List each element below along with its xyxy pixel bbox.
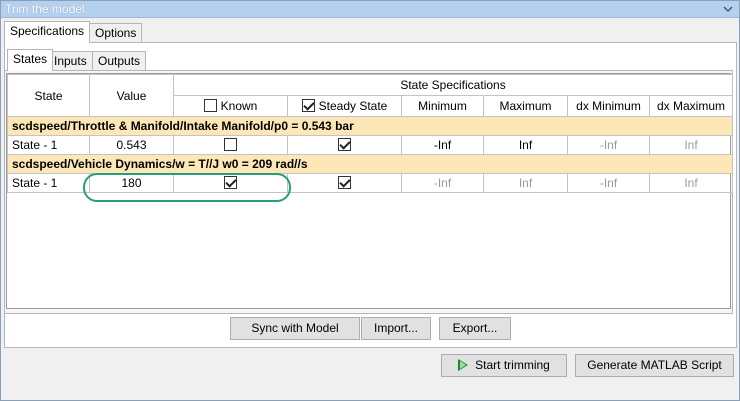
- dx-maximum-cell[interactable]: Inf: [648, 173, 734, 193]
- state-group-header: scdspeed/Vehicle Dynamics/w = T//J w0 = …: [6, 154, 734, 174]
- known-cell: [173, 173, 288, 193]
- column-group-state-specifications: State Specifications: [172, 74, 734, 96]
- title-bar: Trim the model: [1, 1, 739, 18]
- start-trimming-label: Start trimming: [475, 358, 550, 372]
- column-header-minimum: Minimum: [401, 95, 484, 117]
- column-header-known: Known: [173, 95, 288, 117]
- steady-state-checkbox[interactable]: [338, 176, 351, 189]
- steady-state-checkbox[interactable]: [338, 138, 351, 151]
- tab-inputs[interactable]: Inputs: [48, 51, 93, 71]
- column-header-dx-minimum: dx Minimum: [567, 95, 650, 117]
- steady-state-label: Steady State: [318, 99, 388, 113]
- known-cell: [173, 135, 288, 155]
- maximum-cell[interactable]: Inf: [483, 135, 568, 155]
- steady-state-cell: [287, 135, 402, 155]
- tab-options[interactable]: Options: [89, 23, 143, 43]
- column-header-dx-maximum: dx Maximum: [648, 95, 734, 117]
- table-row: State - 1 0.543 -Inf Inf -Inf Inf: [7, 135, 734, 155]
- dx-minimum-cell[interactable]: -Inf: [567, 173, 650, 193]
- import-button[interactable]: Import...: [361, 317, 431, 340]
- column-header-maximum: Maximum: [483, 95, 568, 117]
- minimum-cell[interactable]: -Inf: [401, 173, 484, 193]
- start-trimming-button[interactable]: Start trimming: [441, 354, 567, 377]
- column-header-steady-state: Steady State: [287, 95, 402, 117]
- tab-states[interactable]: States: [7, 49, 54, 71]
- sync-with-model-button[interactable]: Sync with Model: [230, 317, 360, 340]
- trim-dialog: Trim the model Specifications Options St…: [0, 0, 740, 401]
- column-header-value: Value: [89, 74, 174, 117]
- tab-specifications[interactable]: Specifications: [4, 21, 91, 43]
- known-label: Known: [220, 99, 258, 113]
- steady-state-all-checkbox[interactable]: [301, 99, 315, 112]
- state-name-cell: State - 1: [7, 135, 90, 155]
- known-all-checkbox[interactable]: [203, 99, 217, 112]
- steady-state-cell: [287, 173, 402, 193]
- dx-minimum-cell[interactable]: -Inf: [567, 135, 650, 155]
- value-cell[interactable]: 180: [89, 173, 174, 193]
- export-button[interactable]: Export...: [439, 317, 511, 340]
- maximum-cell[interactable]: Inf: [483, 173, 568, 193]
- table-row: State - 1 180 -Inf Inf -Inf Inf: [7, 173, 734, 193]
- column-header-state: State: [7, 74, 90, 117]
- window-title: Trim the model: [5, 2, 85, 16]
- play-icon: [458, 359, 469, 371]
- collapse-icon[interactable]: [723, 4, 733, 14]
- known-checkbox[interactable]: [224, 138, 237, 151]
- state-spec-table: State Value State Specifications Known S…: [6, 73, 734, 309]
- dx-maximum-cell[interactable]: Inf: [648, 135, 734, 155]
- tab-outputs[interactable]: Outputs: [92, 51, 147, 71]
- known-checkbox[interactable]: [224, 176, 237, 189]
- minimum-cell[interactable]: -Inf: [401, 135, 484, 155]
- state-group-header: scdspeed/Throttle & Manifold/Intake Mani…: [6, 116, 734, 136]
- value-cell[interactable]: 0.543: [89, 135, 174, 155]
- state-name-cell: State - 1: [7, 173, 90, 193]
- generate-matlab-script-button[interactable]: Generate MATLAB Script: [575, 354, 734, 377]
